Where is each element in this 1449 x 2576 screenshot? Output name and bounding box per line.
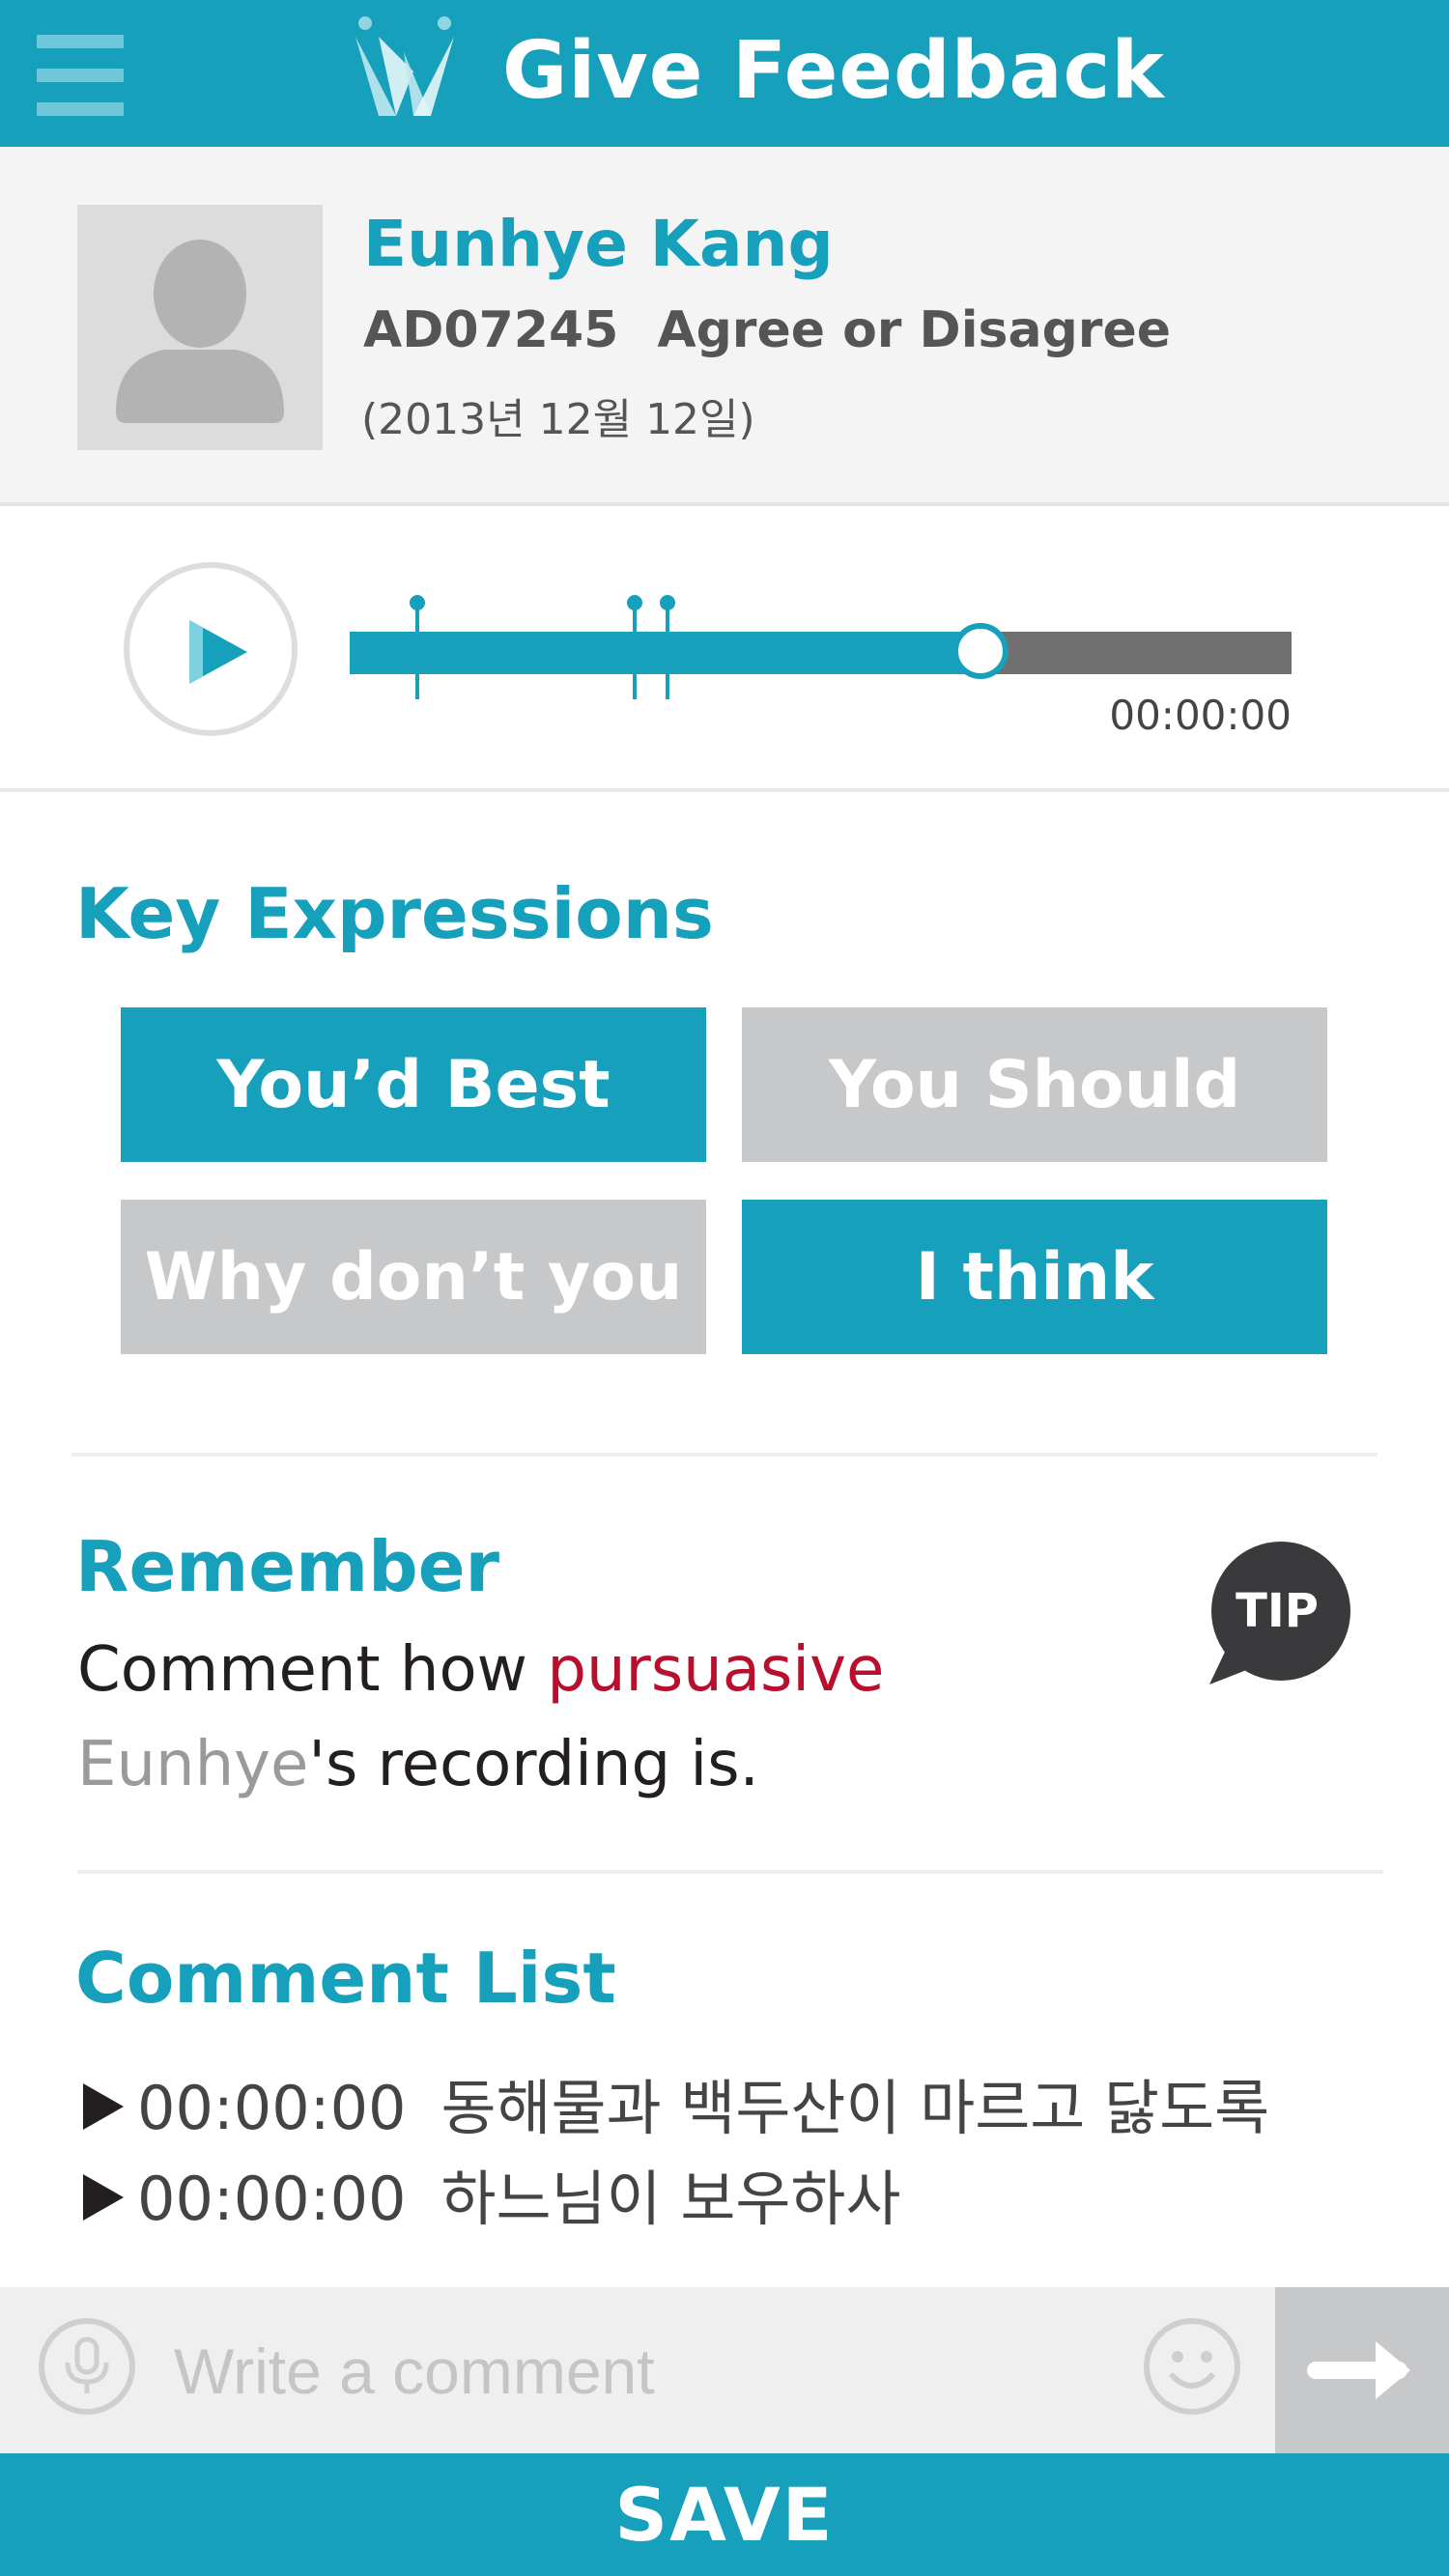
save-button[interactable]: SAVE	[0, 2453, 1449, 2576]
comment-time: 00:00:00	[137, 2073, 407, 2143]
comment-item[interactable]: 00:00:00 동해물과 백두산이 마르고 닳도록	[83, 2059, 1269, 2146]
microphone-icon	[65, 2336, 109, 2393]
student-name: Eunhye Kang	[363, 207, 834, 281]
comment-time: 00:00:00	[137, 2164, 407, 2234]
play-icon[interactable]	[189, 620, 251, 684]
comment-marker[interactable]	[659, 595, 675, 699]
comment-item[interactable]: 00:00:00 하느님이 보우하사	[83, 2150, 901, 2237]
comment-list-title: Comment List	[75, 1938, 616, 2019]
expression-button-youd-best[interactable]: You’d Best	[121, 1007, 706, 1162]
audio-player: 00:00:00	[0, 506, 1449, 792]
avatar	[77, 205, 323, 450]
assignment-topic: Agree or Disagree	[657, 301, 1171, 359]
expression-button-you-should[interactable]: You Should	[742, 1007, 1327, 1162]
arrow-right-icon	[1307, 2341, 1410, 2399]
profile-card: Eunhye Kang AD07245 Agree or Disagree (20…	[0, 147, 1449, 506]
key-expressions-title: Key Expressions	[75, 873, 714, 954]
remember-text: Comment how pursuasive Eunhye's recordin…	[77, 1623, 1159, 1812]
play-triangle-icon	[83, 2082, 124, 2130]
save-label: SAVE	[614, 2472, 835, 2558]
playback-time: 00:00:00	[1109, 692, 1292, 739]
section-divider	[71, 1453, 1378, 1457]
comment-input[interactable]	[174, 2318, 1101, 2424]
progress-knob[interactable]	[952, 623, 1009, 679]
assignment-code: AD07245	[363, 301, 619, 359]
comment-text: 하느님이 보우하사	[440, 2164, 901, 2234]
expression-button-why-dont-you[interactable]: Why don’t you	[121, 1200, 706, 1354]
page-title: Give Feedback	[502, 25, 1165, 117]
remember-text-start: Comment how	[77, 1634, 548, 1706]
smiley-icon[interactable]	[1142, 2316, 1242, 2417]
app-header: Give Feedback	[0, 0, 1449, 147]
tip-label: TIP	[1236, 1584, 1319, 1638]
comment-text: 동해물과 백두산이 마르고 닳도록	[440, 2073, 1270, 2143]
send-button[interactable]	[1275, 2287, 1449, 2453]
submission-date: (2013년 12월 12일)	[361, 395, 755, 444]
expression-button-i-think[interactable]: I think	[742, 1200, 1327, 1354]
hamburger-menu-icon[interactable]	[37, 35, 124, 116]
remember-title: Remember	[75, 1526, 500, 1607]
comment-marker[interactable]	[626, 595, 642, 699]
section-divider	[77, 1870, 1383, 1874]
microphone-button[interactable]	[39, 2318, 135, 2415]
remember-student-name: Eunhye	[77, 1729, 309, 1800]
user-silhouette-icon	[116, 240, 284, 423]
app-logo-icon	[355, 16, 454, 116]
assignment-info: AD07245 Agree or Disagree	[363, 301, 1171, 359]
progress-track[interactable]	[350, 632, 1292, 674]
comment-marker[interactable]	[410, 595, 426, 699]
remember-text-end: 's recording is.	[308, 1729, 759, 1800]
remember-highlight: pursuasive	[547, 1634, 885, 1706]
play-triangle-icon	[83, 2173, 124, 2221]
